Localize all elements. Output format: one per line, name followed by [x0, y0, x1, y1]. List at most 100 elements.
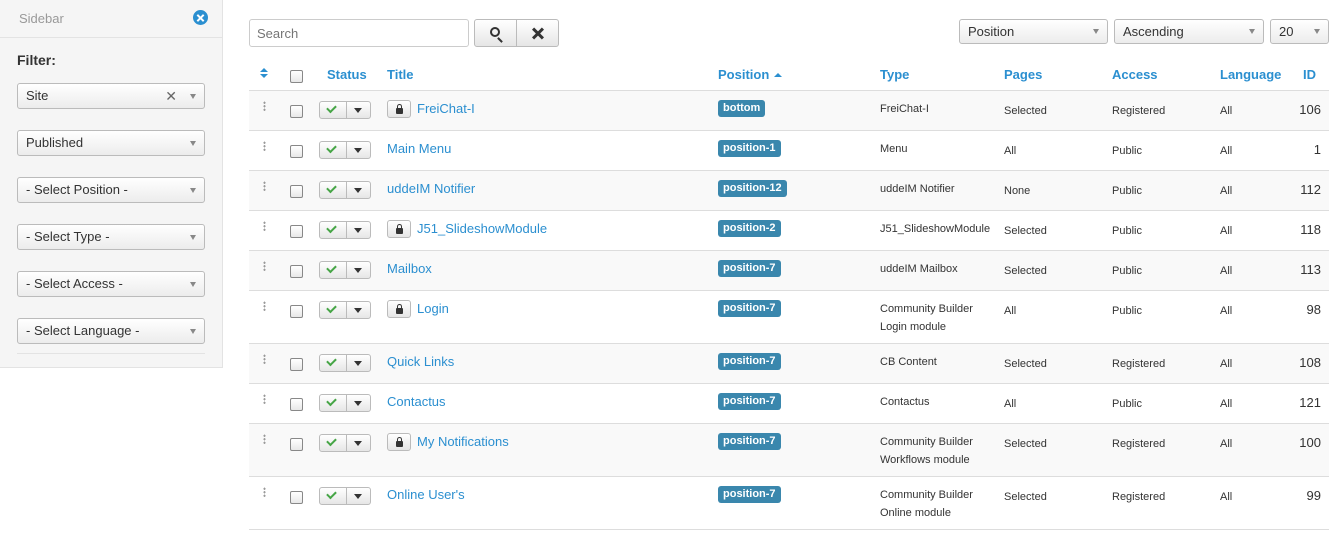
module-title-link[interactable]: uddeIM Notifier: [387, 181, 475, 196]
ordering-sort-icon[interactable]: [260, 68, 268, 80]
table-row: Contactus position-7 Contactus All Public All…: [249, 384, 1329, 424]
module-title-link[interactable]: Contactus: [387, 394, 446, 409]
header-title[interactable]: Title: [387, 67, 414, 82]
filter-position-select[interactable]: - Select Position -: [17, 177, 205, 203]
checked-out-lock-button[interactable]: [387, 433, 411, 451]
divider: [346, 102, 347, 118]
row-checkbox[interactable]: [290, 265, 303, 278]
module-title-link[interactable]: Quick Links: [387, 354, 454, 369]
module-title-link[interactable]: Mailbox: [387, 261, 432, 276]
chevron-down-icon[interactable]: [354, 494, 362, 499]
filter-access-select[interactable]: - Select Access -: [17, 271, 205, 297]
row-checkbox[interactable]: [290, 105, 303, 118]
drag-handle-icon[interactable]: [263, 487, 266, 497]
header-status[interactable]: Status: [327, 67, 367, 82]
module-id: 108: [1299, 355, 1321, 370]
chevron-down-icon[interactable]: [354, 228, 362, 233]
close-sidebar-icon[interactable]: [193, 10, 208, 25]
filter-state-select[interactable]: Published: [17, 130, 205, 156]
chevron-down-icon[interactable]: [354, 148, 362, 153]
status-toggle[interactable]: [319, 434, 371, 452]
module-title-link[interactable]: My Notifications: [417, 434, 509, 449]
module-title-link[interactable]: Login: [417, 301, 449, 316]
module-title-link[interactable]: Online User's: [387, 487, 465, 502]
table-row: Login position-7 Community Builder Login m…: [249, 291, 1329, 344]
clear-icon[interactable]: ✕: [165, 84, 177, 108]
module-title-link[interactable]: J51_SlideshowModule: [417, 221, 547, 236]
divider: [346, 182, 347, 198]
drag-handle-icon[interactable]: [263, 261, 266, 271]
module-title-link[interactable]: Main Menu: [387, 141, 451, 156]
drag-handle-icon[interactable]: [263, 434, 266, 444]
position-badge: bottom: [718, 100, 766, 117]
table-row: FreiChat-I bottom FreiChat-I Selected Regist…: [249, 91, 1329, 131]
module-access: Public: [1112, 305, 1142, 317]
module-pages: Selected: [1004, 225, 1047, 237]
position-badge: position-7: [718, 433, 781, 450]
select-all-checkbox[interactable]: [290, 70, 303, 83]
limit-select[interactable]: 20: [1270, 19, 1329, 44]
status-toggle[interactable]: [319, 181, 371, 199]
drag-handle-icon[interactable]: [263, 394, 266, 404]
status-toggle[interactable]: [319, 141, 371, 159]
status-toggle[interactable]: [319, 487, 371, 505]
header-pages[interactable]: Pages: [1004, 67, 1042, 82]
search-input[interactable]: [249, 19, 469, 47]
filter-access-value: - Select Access -: [26, 276, 123, 291]
chevron-down-icon[interactable]: [354, 401, 362, 406]
status-toggle[interactable]: [319, 261, 371, 279]
row-checkbox[interactable]: [290, 491, 303, 504]
drag-handle-icon[interactable]: [263, 101, 266, 111]
status-toggle[interactable]: [319, 394, 371, 412]
drag-handle-icon[interactable]: [263, 141, 266, 151]
module-pages: Selected: [1004, 358, 1047, 370]
chevron-down-icon[interactable]: [354, 441, 362, 446]
row-checkbox[interactable]: [290, 305, 303, 318]
search-button[interactable]: [474, 19, 517, 47]
row-checkbox[interactable]: [290, 225, 303, 238]
module-pages: Selected: [1004, 265, 1047, 277]
header-position[interactable]: Position: [718, 67, 783, 82]
status-toggle[interactable]: [319, 301, 371, 319]
row-checkbox[interactable]: [290, 438, 303, 451]
filter-site-select[interactable]: Site ✕: [17, 83, 205, 109]
checked-out-lock-button[interactable]: [387, 300, 411, 318]
drag-handle-icon[interactable]: [263, 181, 266, 191]
module-id: 1: [1313, 142, 1321, 157]
chevron-down-icon[interactable]: [354, 108, 362, 113]
sort-field-select[interactable]: Position: [959, 19, 1108, 44]
checked-out-lock-button[interactable]: [387, 220, 411, 238]
filter-type-select[interactable]: - Select Type -: [17, 224, 205, 250]
sort-direction-select[interactable]: Ascending: [1114, 19, 1264, 44]
status-toggle[interactable]: [319, 221, 371, 239]
module-title-link[interactable]: FreiChat-I: [417, 101, 475, 116]
chevron-down-icon[interactable]: [354, 308, 362, 313]
filter-language-select[interactable]: - Select Language -: [17, 318, 205, 344]
status-toggle[interactable]: [319, 354, 371, 372]
module-access: Public: [1112, 145, 1142, 157]
clear-search-button[interactable]: [516, 19, 559, 47]
row-checkbox[interactable]: [290, 398, 303, 411]
chevron-down-icon[interactable]: [354, 188, 362, 193]
divider: [346, 302, 347, 318]
chevron-down-icon[interactable]: [354, 268, 362, 273]
chevron-down-icon[interactable]: [354, 361, 362, 366]
table-row: J51_SlideshowModule position-2 J51_Slidesh…: [249, 211, 1329, 251]
module-type: J51_SlideshowModule: [880, 223, 991, 235]
header-language[interactable]: Language: [1220, 67, 1281, 82]
header-access[interactable]: Access: [1112, 67, 1158, 82]
row-checkbox[interactable]: [290, 185, 303, 198]
header-type[interactable]: Type: [880, 67, 909, 82]
module-type: Community Builder Online module: [880, 489, 973, 519]
row-checkbox[interactable]: [290, 358, 303, 371]
drag-handle-icon[interactable]: [263, 301, 266, 311]
drag-handle-icon[interactable]: [263, 221, 266, 231]
sidebar: Sidebar Filter: Site ✕ Published - Selec…: [0, 0, 223, 368]
checked-out-lock-button[interactable]: [387, 100, 411, 118]
divider: [346, 435, 347, 451]
check-icon: [326, 435, 337, 447]
status-toggle[interactable]: [319, 101, 371, 119]
row-checkbox[interactable]: [290, 145, 303, 158]
drag-handle-icon[interactable]: [263, 354, 266, 364]
header-id[interactable]: ID: [1303, 67, 1316, 82]
